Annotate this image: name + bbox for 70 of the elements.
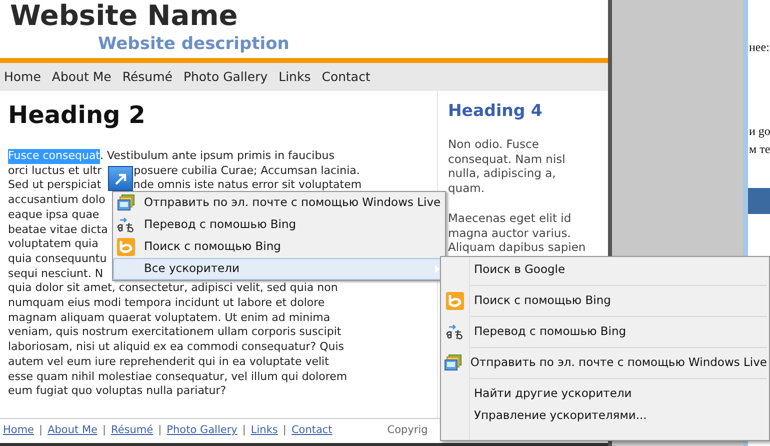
body-text: autem vel eum iure reprehenderit qui in ea voluptate velit: [8, 354, 329, 370]
selected-text: Fusce consequat: [8, 149, 100, 164]
submenu-item[interactable]: Поиск с помощью Bing: [441, 290, 767, 312]
translate-icon: [117, 216, 135, 234]
window-bar: [748, 188, 770, 214]
submenu-arrow-icon: [435, 265, 440, 273]
body-text: laboriosam, nisi ut aliquid ex ea commodi consequatur? Quis: [8, 340, 344, 355]
footer-link[interactable]: About Me: [48, 423, 98, 439]
bing-icon: [446, 292, 464, 310]
body-text: esse quam nihil molestiae consequatur, vel illum qui dolorem: [8, 370, 348, 384]
site-title: Website Name: [9, 0, 238, 32]
submenu-item[interactable]: Перевод с помошью Bing: [441, 321, 767, 343]
window-text: и go: [749, 123, 770, 140]
body-text: sequi nesciunt. N: [8, 266, 104, 282]
menu-item[interactable]: Поиск с помощью Bing: [113, 236, 445, 258]
body-text: numquam eius modi tempora incidunt ut labore et dolore: [8, 296, 325, 311]
body-text: . Vestibulum ante ipsum primis in faucibus: [100, 149, 334, 164]
footer-link[interactable]: Links: [250, 423, 278, 439]
footer-link[interactable]: Résumé: [111, 423, 154, 439]
link-separator: |: [102, 423, 106, 438]
nav-link[interactable]: Photo Gallery: [183, 68, 268, 86]
body-text: quia consequuntu: [8, 252, 107, 267]
window-text: м те: [749, 141, 770, 158]
nav-link[interactable]: About Me: [52, 68, 112, 86]
submenu-item[interactable]: Отправить по эл. почте с помощью Windows Live: [441, 352, 767, 374]
footer-link[interactable]: Photo Gallery: [166, 423, 238, 439]
link-separator: |: [39, 423, 43, 438]
link-separator: |: [158, 423, 162, 438]
sidebar-text: magna auctor varius.: [448, 226, 571, 240]
body-text: eum fugiat quo voluptas nulla pariatur?: [8, 384, 226, 399]
sidebar-heading: Heading 4: [448, 101, 542, 121]
body-text: orci luctus et ultr: [8, 164, 102, 178]
sidebar-text: Non odio. Fusce: [448, 137, 539, 152]
sidebar-text: nulla, adipiscing a,: [448, 166, 556, 180]
link-separator: |: [282, 423, 286, 438]
body-text: nde omnis iste natus error sit voluptatem: [133, 178, 362, 194]
sidebar-text: consequat. Nam nisl: [448, 152, 566, 166]
submenu-item[interactable]: Найти другие ускорители: [441, 383, 767, 405]
body-text: voluptatem quia: [8, 237, 98, 252]
body-text: veniam, quis nostrum exercitationem ullam corporis suscipit: [8, 325, 342, 340]
body-text: accusantium dolo: [8, 193, 106, 208]
sidebar-text: quam.: [448, 180, 484, 195]
submenu-item[interactable]: Управление ускорителями...: [441, 405, 767, 427]
nav-link[interactable]: Links: [278, 68, 311, 86]
menu-item[interactable]: Перевод с помошью Bing: [113, 214, 445, 236]
body-text: quia dolor sit amet, consectetur, adipisci velit, sed quia non: [8, 281, 338, 296]
site-description: Website description: [98, 34, 290, 54]
accelerator-button[interactable]: [108, 166, 133, 191]
footer-link[interactable]: Contact: [291, 423, 332, 439]
body-text: eaque ipsa quae: [8, 208, 100, 223]
page-heading: Heading 2: [8, 101, 146, 129]
arrow-icon: [114, 172, 128, 186]
nav-link[interactable]: Résumé: [122, 68, 172, 86]
window-text: нее:: [749, 39, 770, 56]
translate-icon: [446, 323, 464, 341]
nav-link[interactable]: Contact: [322, 68, 370, 86]
bing-icon: [117, 238, 135, 256]
copyright-text: Copyrig: [387, 423, 428, 438]
mail-window-icon: [117, 194, 135, 212]
footer-link[interactable]: Home: [3, 423, 34, 439]
body-text: beatae vitae dicta: [8, 222, 108, 238]
link-separator: |: [242, 423, 246, 438]
sidebar-text: Maecenas eget elit id: [448, 211, 572, 226]
nav-link[interactable]: Home: [4, 68, 41, 86]
body-text: posuere cubilia Curae; Accumsan lacinia.: [134, 164, 360, 178]
menu-item[interactable]: Отправить по эл. почте с помощью Windows Live: [113, 192, 445, 214]
body-text: Sed ut perspiciat: [8, 178, 102, 194]
mail-window-icon: [444, 354, 462, 372]
sidebar-text: Aliquam dapibus sapien: [448, 240, 586, 254]
body-text: magnam aliquam quaerat voluptatem. Ut enim ad minima: [8, 310, 330, 326]
